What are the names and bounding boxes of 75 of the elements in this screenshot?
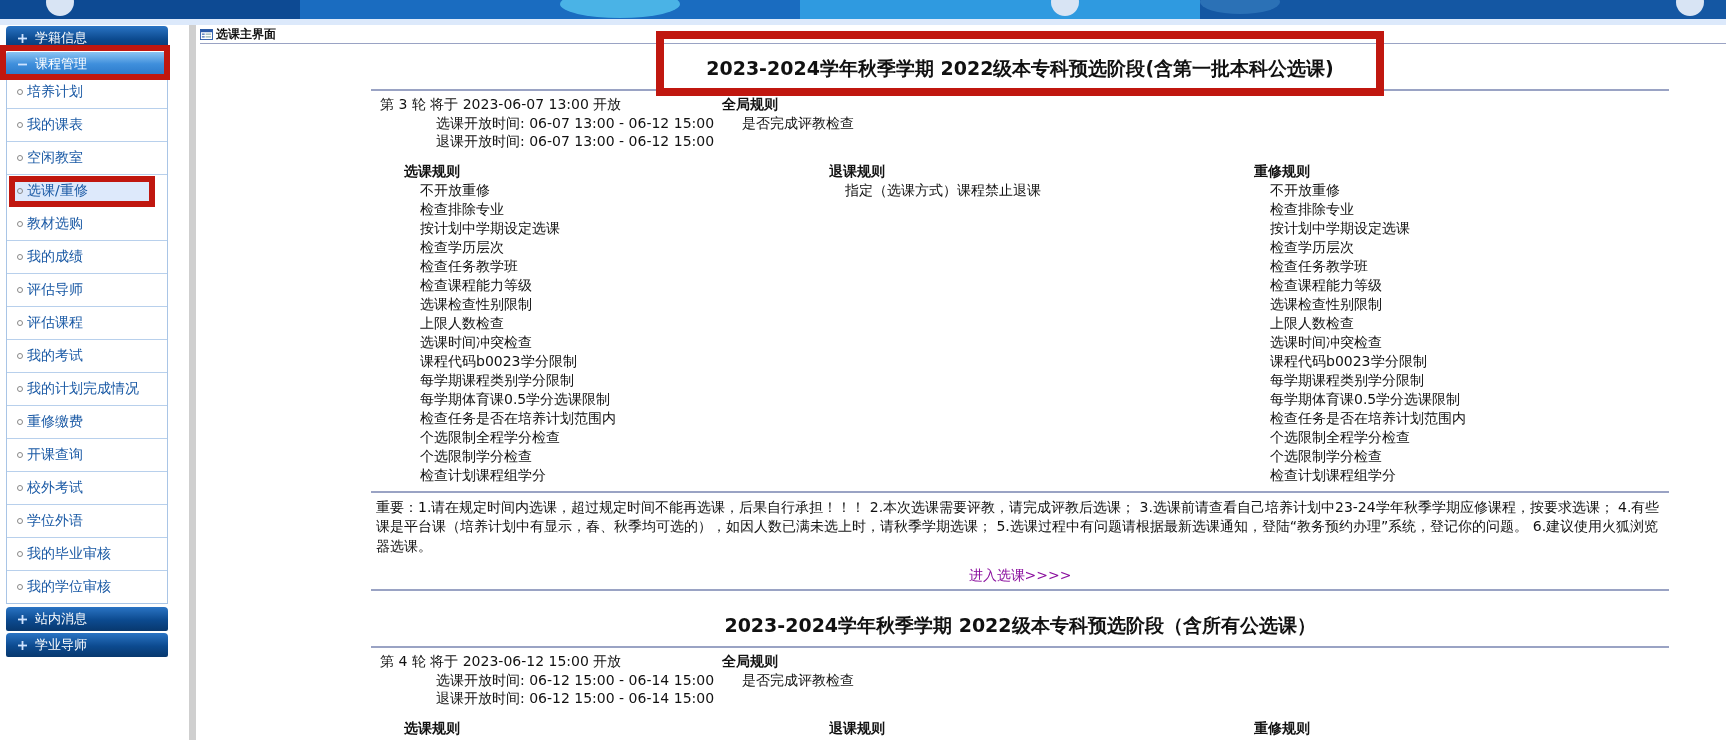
rule-item: 按计划中学期设定选课 (419, 218, 561, 238)
rule-item: 不开放重修 (419, 180, 491, 200)
menu-item[interactable]: 校外考试 (7, 472, 167, 505)
menu-item[interactable]: 我的计划完成情况 (7, 373, 167, 406)
round-title: 2023-2024学年秋季学期 2022级本专科预选阶段（含所有公选课） (724, 614, 1316, 636)
plus-icon (18, 640, 27, 650)
menu-group-header[interactable]: 站内消息 (6, 607, 168, 631)
rule-item: 不开放重修 (1269, 180, 1341, 200)
rules-heading: 退课规则 (829, 718, 886, 738)
rule-item: 检查任务教学班 (1269, 256, 1369, 276)
rule-item: 是否完成评教检查 (741, 670, 855, 689)
menu-item[interactable]: 我的学位审核 (7, 571, 167, 603)
rule-item: 选课时间冲突检查 (419, 332, 533, 352)
menu-item[interactable]: 我的成绩 (7, 241, 167, 274)
rule-item: 检查计划课程组学分 (1269, 465, 1397, 485)
rule-item: 每学期课程类别学分限制 (1269, 370, 1425, 390)
rule-item: 检查任务是否在培养计划范围内 (419, 408, 617, 428)
menu-item[interactable]: 空闲教室 (7, 142, 167, 175)
round-title: 2023-2024学年秋季学期 2022级本专科预选阶段(含第一批本科公选课) (706, 57, 1334, 79)
rule-item: 按计划中学期设定选课 (1269, 218, 1411, 238)
plus-icon (18, 33, 27, 43)
select-time: 选课开放时间: 06-12 15:00 - 06-14 15:00 (435, 670, 715, 689)
panel-title: 选课主界面 (216, 25, 276, 43)
rule-item: 选课检查性别限制 (1269, 294, 1383, 314)
rule-item: 上限人数检查 (419, 313, 505, 333)
rule-item: 指定（选课方式）课程禁止退课 (844, 180, 1042, 200)
select-time: 选课开放时间: 06-07 13:00 - 06-12 15:00 (435, 113, 715, 132)
plus-icon (18, 614, 27, 624)
rules-heading: 重修规则 (1254, 718, 1311, 738)
rule-item: 检查课程能力等级 (419, 275, 533, 295)
menu-item[interactable]: 我的考试 (7, 340, 167, 373)
rule-item: 检查计划课程组学分 (419, 465, 547, 485)
rules-heading: 选课规则 (404, 718, 461, 738)
rule-item: 检查课程能力等级 (1269, 275, 1383, 295)
round-label: 第 4 轮 将于 2023-06-12 15:00 开放 (380, 652, 623, 671)
menu-item[interactable]: 我的毕业审核 (7, 538, 167, 571)
menu-item[interactable]: 培养计划 (7, 76, 167, 109)
rule-item: 每学期课程类别学分限制 (419, 370, 575, 390)
rule-item: 选课时间冲突检查 (1269, 332, 1383, 352)
rule-item: 是否完成评教检查 (741, 113, 855, 132)
rule-item: 检查任务是否在培养计划范围内 (1269, 408, 1467, 428)
rule-item: 个选限制学分检查 (419, 446, 533, 466)
enter-selection-link[interactable]: 进入选课>>>> (968, 567, 1072, 583)
rule-item: 个选限制全程学分检查 (419, 427, 561, 447)
drop-time: 退课开放时间: 06-07 13:00 - 06-12 15:00 (435, 132, 715, 151)
rules-heading: 全局规则 (722, 652, 780, 671)
rule-item: 检查任务教学班 (419, 256, 519, 276)
drop-time: 退课开放时间: 06-12 15:00 - 06-14 15:00 (435, 689, 715, 708)
rules-heading: 选课规则 (404, 161, 461, 181)
rule-item: 每学期体育课0.5学分选课限制 (1269, 389, 1462, 409)
rules-heading: 重修规则 (1254, 161, 1311, 181)
rule-item: 检查排除专业 (1269, 199, 1355, 219)
rule-item: 课程代码b0023学分限制 (419, 351, 578, 371)
rule-item: 检查学历层次 (1269, 237, 1355, 257)
menu-item[interactable]: 学位外语 (7, 505, 167, 538)
rule-item: 检查学历层次 (419, 237, 505, 257)
rule-item: 课程代码b0023学分限制 (1269, 351, 1428, 371)
rule-item: 检查排除专业 (419, 199, 505, 219)
menu-group-header[interactable]: 学业导师 (6, 633, 168, 657)
rule-item: 上限人数检查 (1269, 313, 1355, 333)
rules-heading: 全局规则 (722, 95, 780, 114)
menu-item[interactable]: 重修缴费 (7, 406, 167, 439)
menu-item[interactable]: 评估课程 (7, 307, 167, 340)
menu-item[interactable]: 开课查询 (7, 439, 167, 472)
window-icon (200, 28, 213, 40)
rule-item: 每学期体育课0.5学分选课限制 (419, 389, 612, 409)
round-label: 第 3 轮 将于 2023-06-07 13:00 开放 (380, 95, 623, 114)
rule-item: 选课检查性别限制 (419, 294, 533, 314)
menu-item[interactable]: 教材选购 (7, 208, 167, 241)
rules-heading: 退课规则 (829, 161, 886, 181)
notice-text: 重要：1.请在规定时间内选课，超过规定时间不能再选课，后果自行承担！！！ 2.本次选课需要评教，请完成评教后选课； 3.选课前请查看自己培养计划中23-24学年秋季学期应修课程，按要求选课； 4.有些课是平台课（培养计划中有显示，春、秋季均可选的），如因人数已满未选上时，请秋季学期选课； 5.选课过程中有问题请根据最新选课通知，登陆“教务预约办理”系统，登记你的问题。 6.建议使用火狐浏览器选课。 (375, 497, 1661, 556)
rule-item: 个选限制全程学分检查 (1269, 427, 1411, 447)
rule-item: 个选限制学分检查 (1269, 446, 1383, 466)
menu-item[interactable]: 评估导师 (7, 274, 167, 307)
menu-item[interactable]: 我的课表 (7, 109, 167, 142)
